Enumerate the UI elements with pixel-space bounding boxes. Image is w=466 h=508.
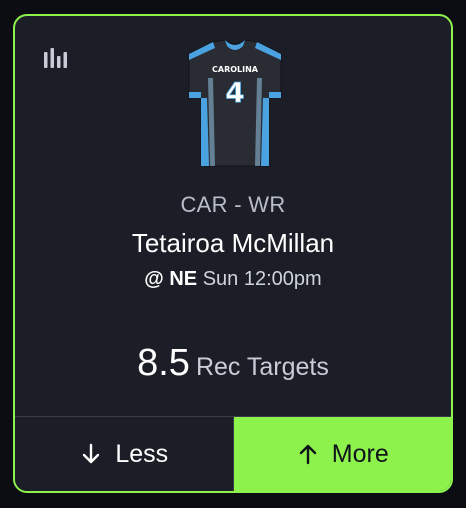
bar-chart-icon[interactable] [42,46,70,70]
pick-actions: Less More [15,416,451,491]
jersey-number: 4 [225,76,244,109]
projection: 8.5 Rec Targets [15,342,451,385]
projection-stat: Rec Targets [195,353,329,381]
game-time: Sun 12:00pm [202,268,322,290]
team-position: CAR - WR [180,192,286,217]
arrow-up-icon [299,444,316,465]
player-name[interactable]: Tetairoa McMillan [15,228,451,259]
jersey-icon: CAROLINA 4 [188,39,282,167]
projection-value: 8.5 [137,342,190,384]
player-projection-card: CAROLINA 4 CAR - WR Tetairoa McMillan @ … [13,14,453,493]
jersey-team-text: CAROLINA [212,65,259,74]
less-label: Less [115,439,169,468]
matchup-info: @ NE Sun 12:00pm [15,268,451,291]
less-button[interactable]: Less [15,417,234,491]
more-label: More [331,439,389,468]
opponent: @ NE [144,268,198,290]
more-button[interactable]: More [233,417,451,491]
arrow-down-icon [83,443,100,464]
